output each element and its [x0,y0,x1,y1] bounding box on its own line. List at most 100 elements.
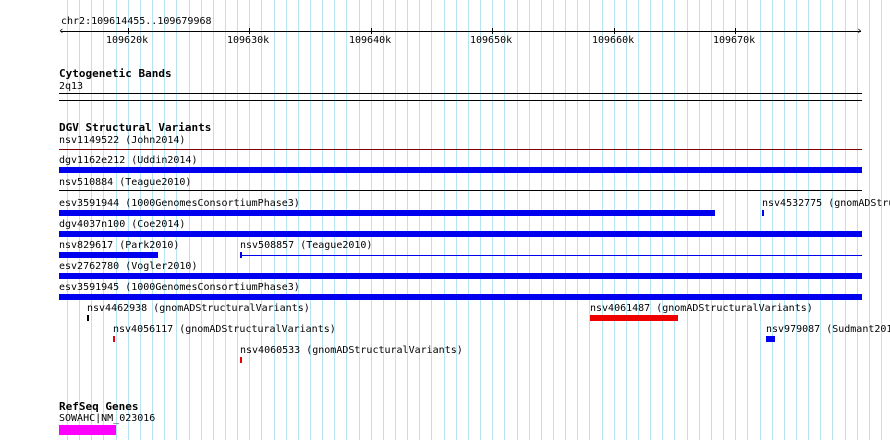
grid-line [845,0,846,440]
variant-feature[interactable] [113,336,115,342]
grid-line [565,0,566,440]
grid-line [577,0,578,440]
grid-line [820,0,821,440]
grid-line [747,0,748,440]
variant-feature[interactable] [59,210,715,216]
variant-label[interactable]: nsv4061487 (gnomADStructuralVariants) [590,303,813,314]
grid-line [468,0,469,440]
grid-line [395,0,396,440]
cytoband-line[interactable] [59,100,862,101]
genome-browser-canvas[interactable]: chr2:109614455..109679968 ‹ › 109620k 10… [0,0,890,440]
cytoband-label[interactable]: 2q13 [59,81,83,92]
region-label: chr2:109614455..109679968 [61,16,212,27]
ruler-tick-label: 109620k [106,35,149,46]
variant-label[interactable]: esv3591944 (1000GenomesConsortiumPhase3) [59,198,300,209]
grid-line [699,0,700,440]
grid-line [614,0,615,440]
variant-feature[interactable] [59,149,862,150]
grid-line [541,0,542,440]
variant-label[interactable]: esv3591945 (1000GenomesConsortiumPhase3) [59,282,300,293]
variant-label[interactable]: nsv1149522 (John2014) [59,135,185,146]
variant-feature[interactable] [242,255,862,256]
variant-label[interactable]: esv2762780 (Vogler2010) [59,261,197,272]
grid-line [626,0,627,440]
grid-line [760,0,761,440]
grid-line [881,0,882,440]
grid-line [808,0,809,440]
ruler-tick [492,28,493,34]
grid-line [359,0,360,440]
variant-feature[interactable] [59,190,862,191]
grid-line [711,0,712,440]
variant-feature[interactable] [240,357,242,363]
grid-line [444,0,445,440]
grid-line [784,0,785,440]
grid-line [857,0,858,440]
grid-line [286,0,287,440]
grid-line [201,0,202,440]
ruler-tick [614,28,615,34]
ruler-right-arrow-icon[interactable]: › [856,25,863,36]
ruler-tick-label: 109650k [470,35,513,46]
grid-line [529,0,530,440]
variant-feature[interactable] [59,167,862,173]
variant-label[interactable]: nsv979087 (Sudmant201 [766,324,890,335]
variant-feature[interactable] [59,231,862,237]
grid-line [480,0,481,440]
variant-feature[interactable] [59,294,862,300]
grid-line [796,0,797,440]
grid-line [334,0,335,440]
cytobands-track-title: Cytogenetic Bands [59,67,172,80]
ruler-tick [371,28,372,34]
grid-line [261,0,262,440]
grid-line [602,0,603,440]
grid-line [650,0,651,440]
variant-feature[interactable] [766,336,775,342]
variant-label[interactable]: nsv510884 (Teague2010) [59,177,191,188]
grid-line [431,0,432,440]
grid-line [213,0,214,440]
grid-line [589,0,590,440]
variant-label[interactable]: dgv4037n100 (Coe2014) [59,219,185,230]
grid-line [687,0,688,440]
variant-label[interactable]: nsv4532775 (gnomADStru [762,198,890,209]
grid-line [322,0,323,440]
grid-line [492,0,493,440]
grid-line [383,0,384,440]
grid-line [553,0,554,440]
variant-feature[interactable] [590,315,678,321]
variant-label[interactable]: nsv4056117 (gnomADStructuralVariants) [113,324,336,335]
ruler-tick [249,28,250,34]
grid-line [504,0,505,440]
ruler-tick-label: 109660k [592,35,635,46]
variant-label[interactable]: nsv4060533 (gnomADStructuralVariants) [240,345,463,356]
gene-feature[interactable] [59,425,116,435]
variant-label[interactable]: nsv829617 (Park2010) [59,240,179,251]
grid-line [407,0,408,440]
variant-feature[interactable] [87,315,89,321]
cytoband-line[interactable] [59,93,862,94]
grid-line [735,0,736,440]
variant-label[interactable]: dgv1162e212 (Uddin2014) [59,155,197,166]
grid-line [298,0,299,440]
grid-line [249,0,250,440]
dgv-track-title: DGV Structural Variants [59,121,212,134]
ruler-tick [128,28,129,34]
grid-line [346,0,347,440]
grid-line [517,0,518,440]
grid-line [310,0,311,440]
grid-line [456,0,457,440]
variant-feature[interactable] [59,273,862,279]
variant-feature[interactable] [59,252,158,258]
ruler-line [61,31,861,32]
grid-line [225,0,226,440]
gene-label[interactable]: SOWAHC|NM_023016 [59,413,155,424]
grid-line [419,0,420,440]
ruler-left-arrow-icon[interactable]: ‹ [58,25,65,36]
grid-line [723,0,724,440]
ruler-tick-label: 109630k [227,35,270,46]
grid-line [237,0,238,440]
variant-label[interactable]: nsv4462938 (gnomADStructuralVariants) [87,303,310,314]
variant-label[interactable]: nsv508857 (Teague2010) [240,240,372,251]
variant-feature[interactable] [762,210,764,216]
